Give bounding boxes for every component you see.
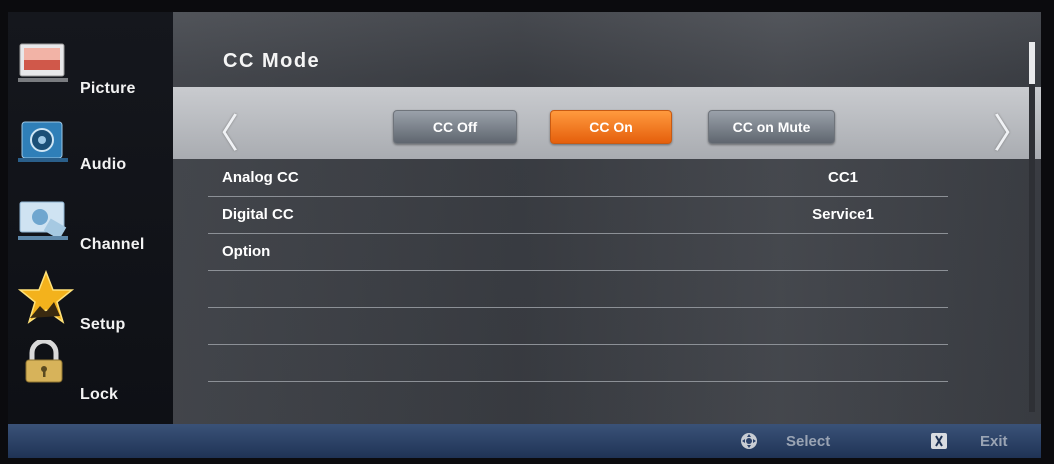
sidebar-item-label: Picture [80, 80, 136, 97]
setting-row-digital-cc[interactable]: Digital CC Service1 [208, 197, 948, 234]
picture-icon [18, 43, 68, 82]
exit-icon [931, 433, 947, 449]
tv-screen: Picture Audio Channel Setup Lock CC Mode… [0, 0, 1054, 464]
sidebar-item-label: Channel [80, 236, 145, 253]
setting-row-empty [208, 271, 948, 308]
setting-row-empty [208, 345, 948, 382]
setting-row-analog-cc[interactable]: Analog CC CC1 [208, 160, 948, 197]
sidebar-item-setup[interactable]: Setup [8, 270, 173, 340]
cc-on-mute-button[interactable]: CC on Mute [708, 110, 835, 144]
select-hint: Select [786, 433, 831, 450]
chevron-left-icon[interactable]: 〈 [199, 101, 239, 159]
footer-bar: Select Exit [8, 424, 1041, 458]
page-title: CC Mode [223, 50, 321, 72]
audio-icon [18, 121, 68, 162]
sidebar-item-label: Setup [80, 316, 126, 333]
main-panel: CC Mode 〈 CC Off CC On CC on Mute 〉 Anal… [173, 12, 1041, 424]
sidebar-item-channel[interactable]: Channel [8, 192, 173, 262]
setting-row-empty [208, 308, 948, 345]
row-label: Option [222, 243, 271, 260]
dpad-select-icon [741, 433, 757, 449]
row-value: CC1 [827, 169, 858, 186]
sidebar-item-audio[interactable]: Audio [8, 112, 173, 182]
setting-row-option[interactable]: Option [208, 234, 948, 271]
sidebar: Picture Audio Channel Setup Lock [8, 12, 173, 424]
scrollbar-thumb[interactable] [1029, 42, 1035, 84]
scrollbar[interactable] [1029, 42, 1035, 412]
lock-icon [25, 340, 63, 383]
mode-selector-bar: 〈 CC Off CC On CC on Mute 〉 [173, 87, 1041, 159]
exit-hint: Exit [980, 433, 1008, 450]
row-label: Analog CC [222, 169, 299, 186]
cc-on-button[interactable]: CC On [550, 110, 672, 144]
sidebar-item-label: Audio [80, 156, 127, 173]
sidebar-item-label: Lock [80, 386, 119, 403]
cc-off-button[interactable]: CC Off [393, 110, 517, 144]
row-value: Service1 [812, 206, 874, 223]
sidebar-item-lock[interactable]: Lock [8, 338, 173, 408]
chevron-right-icon[interactable]: 〉 [993, 101, 1033, 159]
sidebar-item-picture[interactable]: Picture [8, 32, 173, 102]
channel-icon [18, 201, 68, 240]
row-label: Digital CC [222, 206, 294, 223]
setup-star-icon [17, 270, 75, 324]
